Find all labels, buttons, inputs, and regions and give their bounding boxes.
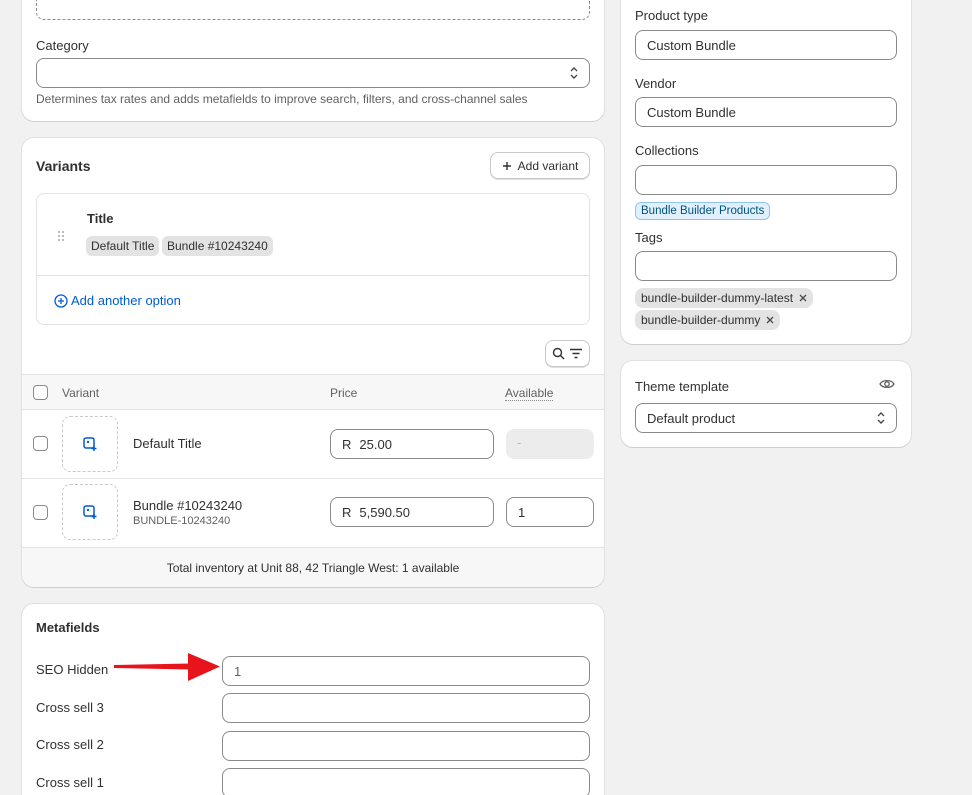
header-variant[interactable]: Variant <box>62 386 99 400</box>
theme-template-select[interactable]: Default product <box>635 403 897 433</box>
add-media-placeholder[interactable] <box>62 484 118 540</box>
cross-sell-2-input[interactable] <box>222 731 590 761</box>
close-icon[interactable] <box>766 316 774 324</box>
header-available[interactable]: Available <box>505 386 554 401</box>
price-input[interactable]: R 5,590.50 <box>330 497 494 527</box>
option-name: Title <box>87 211 114 226</box>
add-image-icon <box>83 437 97 451</box>
add-another-option-label: Add another option <box>71 293 181 308</box>
category-help-text: Determines tax rates and adds metafields… <box>36 92 528 106</box>
collection-chip[interactable]: Bundle Builder Products <box>635 202 771 220</box>
available-disabled: - <box>506 429 594 459</box>
metafield-value: 1 <box>234 663 242 679</box>
vendor-input[interactable]: Custom Bundle <box>635 97 897 127</box>
vendor-value: Custom Bundle <box>647 104 736 120</box>
tag-label: bundle-builder-dummy-latest <box>641 291 794 305</box>
table-row[interactable]: Bundle #10243240 BUNDLE-10243240 R 5,590… <box>22 479 604 547</box>
option-value-pill: Default Title <box>86 236 160 256</box>
metafield-label: Cross sell 2 <box>36 737 104 752</box>
theme-template-label: Theme template <box>635 379 729 394</box>
product-type-value: Custom Bundle <box>647 37 736 53</box>
collections-input[interactable] <box>635 165 897 195</box>
add-variant-button[interactable]: Add variant <box>490 152 590 179</box>
tags-label: Tags <box>635 230 663 245</box>
inventory-summary: Total inventory at Unit 88, 42 Triangle … <box>166 560 460 575</box>
tags-input[interactable] <box>635 251 897 281</box>
variant-name[interactable]: Default Title <box>133 436 202 451</box>
add-media-placeholder[interactable] <box>62 416 118 472</box>
metafields-title: Metafields <box>36 620 100 635</box>
add-another-option-link[interactable]: Add another option <box>54 293 181 308</box>
variants-card: Variants Add variant Title Default Title… <box>22 138 604 587</box>
variant-options-box: Title Default Title Bundle #10243240 Add… <box>36 193 590 325</box>
add-variant-label: Add variant <box>517 158 579 173</box>
metafield-label: Cross sell 3 <box>36 700 104 715</box>
row-checkbox[interactable] <box>33 436 48 451</box>
seo-hidden-input[interactable]: 1 <box>222 656 590 686</box>
description-editor-bottom[interactable] <box>36 0 590 20</box>
category-card: Category Determines tax rates and adds m… <box>22 0 604 121</box>
price-input[interactable]: R 25.00 <box>330 429 494 459</box>
plus-icon <box>502 161 511 170</box>
table-row[interactable]: Default Title R 25.00 - <box>22 410 604 478</box>
vendor-label: Vendor <box>635 76 677 91</box>
available-value: 1 <box>518 504 526 520</box>
plus-circle-icon <box>54 293 68 308</box>
available-input[interactable]: 1 <box>506 497 594 527</box>
category-label: Category <box>36 38 89 53</box>
search-filter-button[interactable] <box>545 340 590 367</box>
search-icon <box>552 347 565 360</box>
select-caret-icon <box>570 67 578 79</box>
variant-name[interactable]: Bundle #10243240 <box>133 498 242 513</box>
currency-prefix: R <box>342 436 352 452</box>
option-value-pill: Bundle #10243240 <box>162 236 273 256</box>
metafield-label: Cross sell 1 <box>36 775 104 790</box>
product-type-label: Product type <box>635 8 708 23</box>
category-select[interactable] <box>36 58 590 88</box>
divider <box>37 275 589 276</box>
eye-icon[interactable] <box>879 378 895 390</box>
currency-prefix: R <box>342 504 352 520</box>
header-price[interactable]: Price <box>330 386 357 400</box>
theme-template-value: Default product <box>647 410 736 426</box>
cross-sell-1-input[interactable] <box>222 768 590 795</box>
available-value: - <box>517 435 522 450</box>
metafields-card: Metafields SEO Hidden 1 Cross sell 3 Cro… <box>22 604 604 795</box>
cross-sell-3-input[interactable] <box>222 693 590 723</box>
row-checkbox[interactable] <box>33 505 48 520</box>
inventory-footer: Total inventory at Unit 88, 42 Triangle … <box>22 547 604 587</box>
price-value: 5,590.50 <box>359 504 410 520</box>
filter-icon <box>570 348 582 359</box>
drag-handle-icon[interactable] <box>57 230 65 242</box>
variants-title: Variants <box>36 158 91 174</box>
variant-sku: BUNDLE-10243240 <box>133 515 231 527</box>
tag-label: bundle-builder-dummy <box>641 313 761 327</box>
select-all-checkbox[interactable] <box>33 385 48 400</box>
tag-chip: bundle-builder-dummy-latest <box>635 288 814 308</box>
organization-card: Product type Custom Bundle Vendor Custom… <box>621 0 911 344</box>
close-icon[interactable] <box>799 294 807 302</box>
price-value: 25.00 <box>359 436 392 452</box>
tag-chip: bundle-builder-dummy <box>635 310 781 330</box>
variants-table-header: Variant Price Available <box>22 374 604 410</box>
metafield-label: SEO Hidden <box>36 662 109 677</box>
collections-label: Collections <box>635 143 699 158</box>
add-image-icon <box>83 505 97 519</box>
annotation-arrow-icon <box>114 653 220 681</box>
theme-template-card: Theme template Default product <box>621 361 911 447</box>
product-type-input[interactable]: Custom Bundle <box>635 30 897 60</box>
select-caret-icon <box>877 412 885 424</box>
